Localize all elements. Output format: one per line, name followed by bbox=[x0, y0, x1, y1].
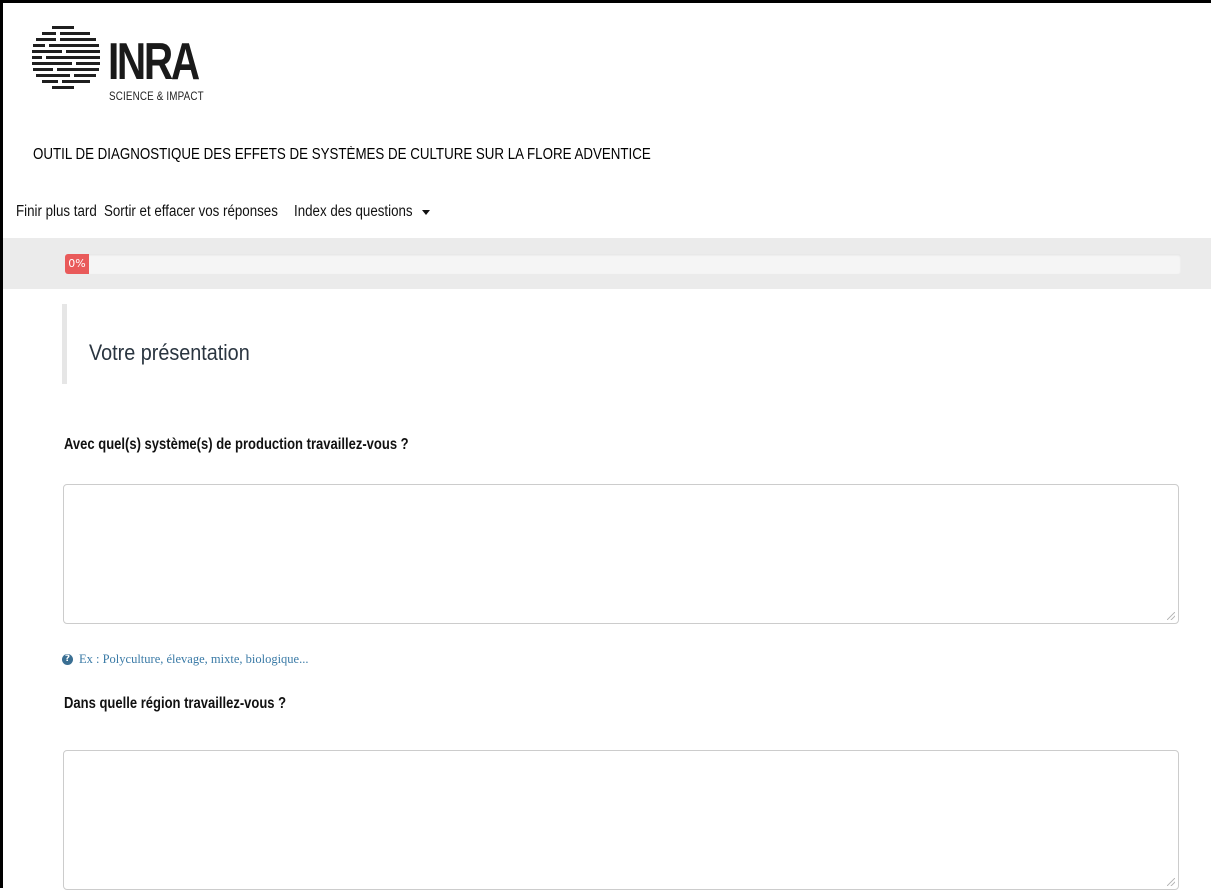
group-header: Votre présentation bbox=[62, 304, 467, 384]
caret-down-icon bbox=[421, 209, 430, 215]
progress-fill: 0% bbox=[65, 254, 89, 274]
group-title: Votre présentation bbox=[89, 340, 250, 365]
progress-bar: 0% bbox=[65, 254, 1181, 274]
answer-textarea-region[interactable] bbox=[63, 750, 1179, 890]
answer-textarea-production[interactable] bbox=[63, 484, 1179, 624]
logo-wordmark: INRA bbox=[108, 33, 200, 91]
question-index-dropdown[interactable]: Index des questions bbox=[294, 203, 430, 221]
inra-logo-icon bbox=[32, 26, 100, 89]
question-label-production: Avec quel(s) système(s) de production tr… bbox=[64, 436, 409, 453]
progress-band: 0% bbox=[3, 238, 1211, 289]
resize-handle-icon[interactable] bbox=[1167, 878, 1175, 886]
question-circle-icon: ? bbox=[62, 654, 73, 665]
help-text: Ex : Polyculture, élevage, mixte, biolog… bbox=[79, 652, 309, 666]
app-title: OUTIL DE DIAGNOSTIQUE DES EFFETS DE SYST… bbox=[33, 146, 651, 163]
logo-tagline: SCIENCE & IMPACT bbox=[109, 89, 204, 103]
resize-handle-icon[interactable] bbox=[1167, 612, 1175, 620]
question-label-region: Dans quelle région travaillez-vous ? bbox=[64, 695, 287, 712]
question-index-label[interactable]: Index des questions bbox=[294, 203, 413, 221]
question-help: ? Ex : Polyculture, élevage, mixte, biol… bbox=[62, 652, 308, 667]
survey-navbar: Finir plus tard Sortir et effacer vos ré… bbox=[16, 203, 430, 221]
inra-logo: INRA SCIENCE & IMPACT bbox=[30, 22, 230, 102]
exit-clear-link[interactable]: Sortir et effacer vos réponses bbox=[104, 203, 278, 221]
finish-later-link[interactable]: Finir plus tard bbox=[16, 203, 97, 221]
